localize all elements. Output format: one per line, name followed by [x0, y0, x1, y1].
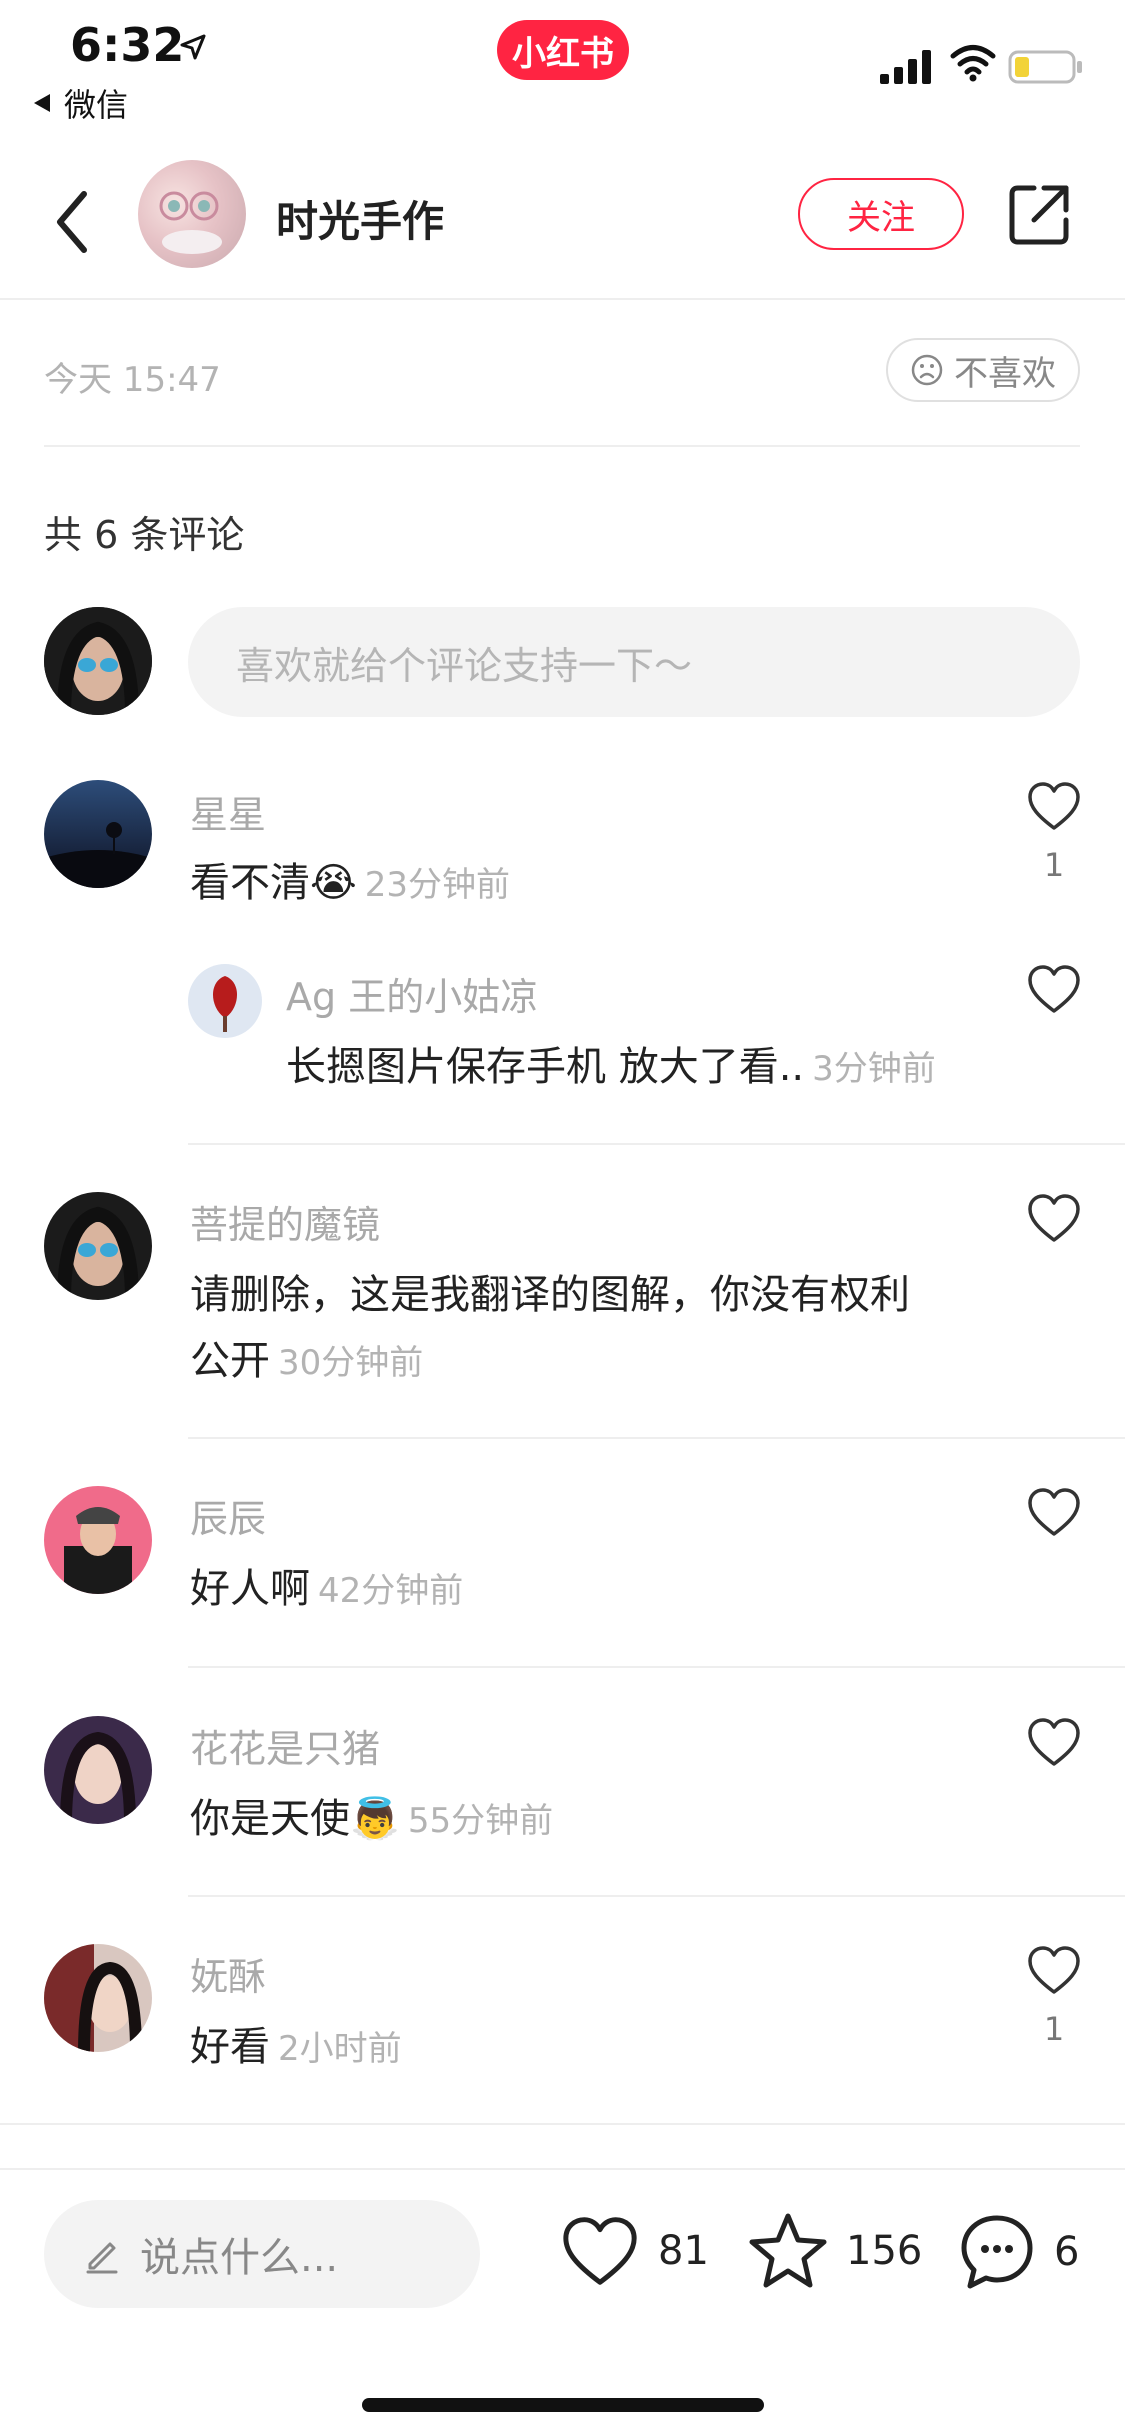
- commenter-avatar[interactable]: [44, 1944, 152, 2052]
- reply-text: 长摁图片保存手机 放大了看.. 3分钟前: [286, 1034, 936, 1102]
- header-divider: [0, 298, 1125, 300]
- heart-icon[interactable]: [1026, 963, 1082, 1015]
- bottom-bar-divider: [0, 2168, 1125, 2170]
- heart-icon[interactable]: [1026, 1192, 1082, 1244]
- angel-emoji-icon: 👼: [350, 1796, 400, 1842]
- commenter-name[interactable]: 花花是只猪: [190, 1718, 380, 1773]
- comment-divider: [188, 1143, 1125, 1145]
- collect-stat[interactable]: 156: [748, 2212, 922, 2290]
- like-count: 1: [1043, 2010, 1065, 2048]
- commenter-name[interactable]: 星星: [190, 784, 266, 839]
- back-triangle-icon: [34, 94, 50, 112]
- like-total: 81: [658, 2228, 709, 2274]
- comment-stat[interactable]: 6: [958, 2212, 1079, 2292]
- pencil-icon: [86, 2242, 118, 2274]
- sad-face-icon: [911, 354, 943, 386]
- heart-icon: [563, 2217, 637, 2285]
- comment-time: 55分钟前: [407, 1801, 554, 1841]
- follow-button[interactable]: 关注: [798, 178, 964, 250]
- dislike-button[interactable]: 不喜欢: [886, 338, 1080, 402]
- back-button[interactable]: [44, 182, 104, 262]
- collect-total: 156: [846, 2228, 923, 2274]
- author-name[interactable]: 时光手作: [276, 188, 444, 249]
- author-avatar[interactable]: [138, 160, 246, 268]
- reply-body: 长摁图片保存手机 放大了看..: [286, 1044, 805, 1090]
- comment-body: 你是天使: [190, 1796, 350, 1842]
- comment-time: 30分钟前: [278, 1343, 424, 1383]
- comment-total: 6: [1054, 2229, 1080, 2275]
- heart-icon[interactable]: [1026, 1486, 1082, 1538]
- comment-body: 好看: [190, 2024, 270, 2070]
- comment-text: 好人啊 42分钟前: [190, 1556, 463, 1624]
- commenter-name[interactable]: 辰辰: [190, 1488, 266, 1543]
- comment-bubble-icon: [961, 2215, 1033, 2289]
- comment-body: 好人啊: [190, 1566, 310, 1612]
- meta-divider: [44, 445, 1080, 447]
- comment-divider: [188, 1895, 1125, 1897]
- location-arrow-icon: [180, 34, 206, 60]
- status-time: 6:32: [70, 18, 185, 72]
- back-app-label: 微信: [64, 86, 129, 124]
- commenter-avatar[interactable]: [44, 780, 152, 888]
- commenter-avatar[interactable]: [44, 1486, 152, 1594]
- heart-icon[interactable]: [1026, 1944, 1082, 1996]
- comment-divider: [188, 1666, 1125, 1668]
- dislike-label: 不喜欢: [954, 353, 1056, 394]
- comment-time: 23分钟前: [364, 865, 511, 905]
- signal-icon: [880, 50, 931, 84]
- post-time: 今天 15:47: [44, 360, 221, 400]
- comment-time: 42分钟前: [318, 1571, 464, 1611]
- comment-text: 你是天使👼 55分钟前: [190, 1786, 553, 1854]
- heart-icon[interactable]: [1026, 1716, 1082, 1768]
- my-avatar: [44, 607, 152, 715]
- commenter-avatar[interactable]: [44, 1716, 152, 1824]
- comment-body-line2: 公开: [190, 1338, 270, 1384]
- like-count: 1: [1043, 846, 1065, 884]
- comment-input[interactable]: 喜欢就给个评论支持一下～: [188, 607, 1080, 717]
- commenter-name[interactable]: 菩提的魔镜: [190, 1194, 380, 1249]
- comment-time: 2小时前: [278, 2029, 402, 2069]
- brand-badge: 小红书: [497, 20, 629, 80]
- comment-body-line1: 请删除，这是我翻译的图解，你没有权利: [190, 1272, 910, 1318]
- battery-icon: [1008, 50, 1082, 84]
- wifi-icon: [950, 45, 996, 82]
- comment-divider: [0, 2123, 1125, 2125]
- commenter-name[interactable]: 妩酥: [190, 1946, 266, 2001]
- comment-text: 好看 2小时前: [190, 2014, 402, 2082]
- comment-text: 请删除，这是我翻译的图解，你没有权利 公开 30分钟前: [190, 1262, 990, 1396]
- home-indicator[interactable]: [362, 2398, 764, 2412]
- comment-divider: [188, 1437, 1125, 1439]
- comment-count: 共 6 条评论: [44, 513, 245, 557]
- reply-name[interactable]: Ag 王的小姑凉: [286, 966, 538, 1021]
- commenter-avatar[interactable]: [44, 1192, 152, 1300]
- reply-avatar[interactable]: [188, 964, 262, 1038]
- heart-icon[interactable]: [1026, 780, 1082, 832]
- back-to-app[interactable]: 微信: [32, 80, 128, 126]
- crying-emoji-icon: 😭: [310, 860, 357, 906]
- share-icon[interactable]: [1004, 180, 1074, 250]
- star-icon: [749, 2213, 827, 2288]
- say-placeholder: 说点什么...: [140, 2235, 339, 2281]
- comment-text: 看不清😭 23分钟前: [190, 850, 510, 918]
- comment-body: 看不清: [190, 860, 310, 906]
- reply-time: 3分钟前: [812, 1049, 936, 1089]
- say-something-input[interactable]: 说点什么...: [44, 2200, 480, 2308]
- like-stat[interactable]: 81: [560, 2214, 709, 2288]
